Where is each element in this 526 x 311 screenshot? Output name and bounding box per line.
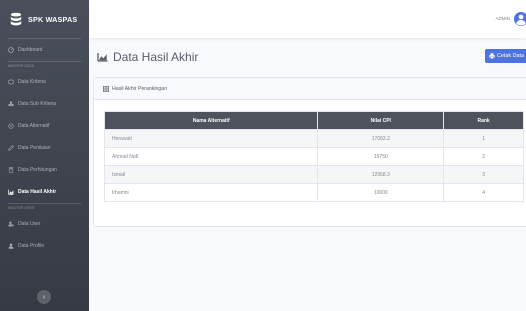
sidebar-item-label: Data Perhitungan xyxy=(18,167,57,173)
cell-rank: 4 xyxy=(443,183,524,202)
table-row: Herawati 17083.3 1 xyxy=(103,129,524,148)
sidebar-item-data-hasil-akhir[interactable]: Data Hasil Akhir xyxy=(0,181,89,203)
chevron-left-icon: ‹ xyxy=(42,293,46,301)
sidebar-item-data-perhitungan[interactable]: Data Perhitungan xyxy=(0,159,89,181)
topbar: ADMIN xyxy=(89,0,526,38)
table-header-row: Nama Alternatif Nilai CPI Rank xyxy=(103,111,524,130)
sidebar-item-label: Data Hasil Akhir xyxy=(18,189,57,195)
sidebar-item-data-alternatif[interactable]: Data Alternatif xyxy=(0,115,89,137)
cell-rank: 2 xyxy=(443,147,524,166)
cell-score: 12958.3 xyxy=(317,165,445,184)
print-data-button[interactable]: Cetak Data xyxy=(485,49,526,63)
chart-area-icon xyxy=(8,189,14,195)
table-row: Ahmad Nafi 15750 2 xyxy=(103,147,524,166)
page-title: Data Hasil Akhir xyxy=(113,50,199,64)
cube-icon xyxy=(8,79,14,85)
sidebar-item-label: Data Sub Kriteria xyxy=(18,101,57,107)
sidebar-item-data-user[interactable]: Data User xyxy=(0,213,89,235)
sidebar-brand[interactable]: SPK WASPAS xyxy=(0,0,89,38)
ranking-table: Nama Alternatif Nilai CPI Rank Herawati … xyxy=(103,111,524,202)
chart-area-icon xyxy=(97,53,108,62)
user-icon xyxy=(8,243,14,249)
sidebar-item-label: Data Kriteria xyxy=(18,79,46,85)
cell-name: Irhamni xyxy=(103,183,319,202)
column-header-nama-alternatif[interactable]: Nama Alternatif xyxy=(103,111,319,130)
cell-rank: 3 xyxy=(443,165,524,184)
sidebar-item-dashboard[interactable]: Dashboard xyxy=(0,39,89,61)
sidebar-item-label: Data Profile xyxy=(18,243,45,249)
sidebar-item-data-sub-kriteria[interactable]: Data Sub Kriteria xyxy=(0,93,89,115)
sidebar: SPK WASPAS Dashboard MASTER DATA Data Kr… xyxy=(0,0,89,311)
cubes-icon xyxy=(8,101,14,107)
cell-name: Herawati xyxy=(103,129,319,148)
table-row: Ismail 12958.3 3 xyxy=(103,165,524,184)
print-button-label: Cetak Data xyxy=(497,53,524,59)
cell-score: 10000 xyxy=(317,183,445,202)
cell-score: 15750 xyxy=(317,147,445,166)
user-cog-icon xyxy=(8,221,14,227)
sidebar-item-label: Dashboard xyxy=(18,47,43,53)
sidebar-toggle-button[interactable]: ‹ xyxy=(37,290,51,304)
table-icon xyxy=(103,85,109,92)
dashboard-icon xyxy=(8,47,14,53)
sidebar-item-data-penilaian[interactable]: Data Penilaian xyxy=(0,137,89,159)
sidebar-item-label: Data User xyxy=(18,221,41,227)
sidebar-item-label: Data Alternatif xyxy=(18,123,50,129)
card-title: Hasil Akhir Perankingan xyxy=(112,85,168,92)
cell-rank: 1 xyxy=(443,129,524,148)
cell-score: 17083.3 xyxy=(317,129,445,148)
sidebar-item-data-profile[interactable]: Data Profile xyxy=(0,235,89,257)
print-icon xyxy=(489,53,495,59)
column-header-nilai-cpi[interactable]: Nilai CPI xyxy=(317,111,445,130)
table-row: Irhamni 10000 4 xyxy=(103,183,524,202)
users-icon xyxy=(8,123,14,129)
user-name[interactable]: ADMIN xyxy=(496,16,511,21)
card-header: Hasil Akhir Perankingan xyxy=(94,78,526,100)
user-avatar-icon[interactable] xyxy=(512,11,526,27)
ranking-card: Hasil Akhir Perankingan Nama Alternatif … xyxy=(93,77,526,227)
sidebar-heading-master-user: MASTER USER xyxy=(8,206,35,210)
sidebar-item-data-kriteria[interactable]: Data Kriteria xyxy=(0,71,89,93)
sidebar-item-label: Data Penilaian xyxy=(18,145,51,151)
cell-name: Ahmad Nafi xyxy=(103,147,319,166)
calculator-icon xyxy=(8,167,14,173)
database-icon xyxy=(10,12,22,26)
column-header-rank[interactable]: Rank xyxy=(443,111,524,130)
edit-icon xyxy=(8,145,14,151)
sidebar-heading-master-data: MASTER DATA xyxy=(8,64,34,68)
cell-name: Ismail xyxy=(103,165,319,184)
page-header: Data Hasil Akhir xyxy=(97,50,198,64)
brand-name: SPK WASPAS xyxy=(28,14,78,24)
